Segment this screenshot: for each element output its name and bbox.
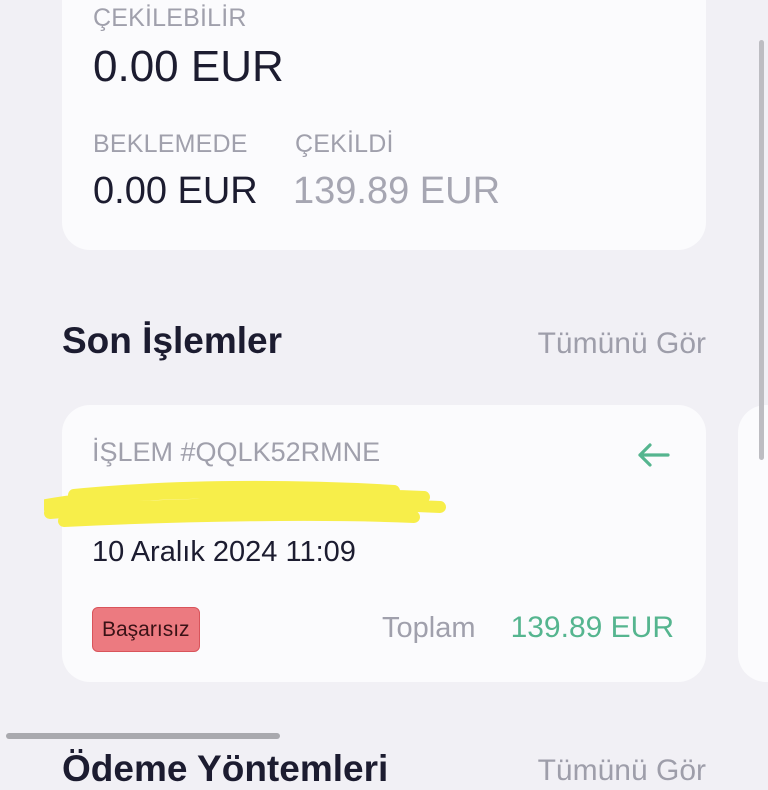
pending-amount: 0.00 EUR <box>93 170 258 212</box>
withdrawable-label: ÇEKİLEBİLİR <box>93 4 247 32</box>
recent-transactions-title: Son İşlemler <box>62 320 283 361</box>
total-amount: 139.89 EUR <box>510 611 674 644</box>
pending-label: BEKLEMEDE <box>93 130 248 158</box>
withdrawn-label: ÇEKİLDİ <box>295 130 394 158</box>
status-badge: Başarısız <box>92 607 200 652</box>
redaction-scribble <box>44 480 446 527</box>
see-all-payment-methods-link[interactable]: Tümünü Gör <box>538 754 706 788</box>
arrow-left-icon <box>638 443 670 467</box>
balance-card: ÇEKİLEBİLİR 0.00 EUR BEKLEMEDE 0.00 EUR … <box>62 0 706 250</box>
withdrawable-amount: 0.00 EUR <box>93 42 284 91</box>
withdrawn-amount: 139.89 EUR <box>293 170 501 212</box>
transaction-id: İŞLEM #QQLK52RMNE <box>92 437 381 467</box>
transaction-card[interactable]: İŞLEM #QQLK52RMNE 10 Aralık 2024 11:09 B… <box>44 405 706 682</box>
vertical-scrollbar[interactable] <box>759 40 764 460</box>
horizontal-scrollbar[interactable] <box>6 733 280 739</box>
transaction-date: 10 Aralık 2024 11:09 <box>92 536 356 568</box>
see-all-transactions-link[interactable]: Tümünü Gör <box>538 327 706 361</box>
payment-methods-title: Ödeme Yöntemleri <box>62 748 389 789</box>
total-label: Toplam <box>382 612 476 644</box>
